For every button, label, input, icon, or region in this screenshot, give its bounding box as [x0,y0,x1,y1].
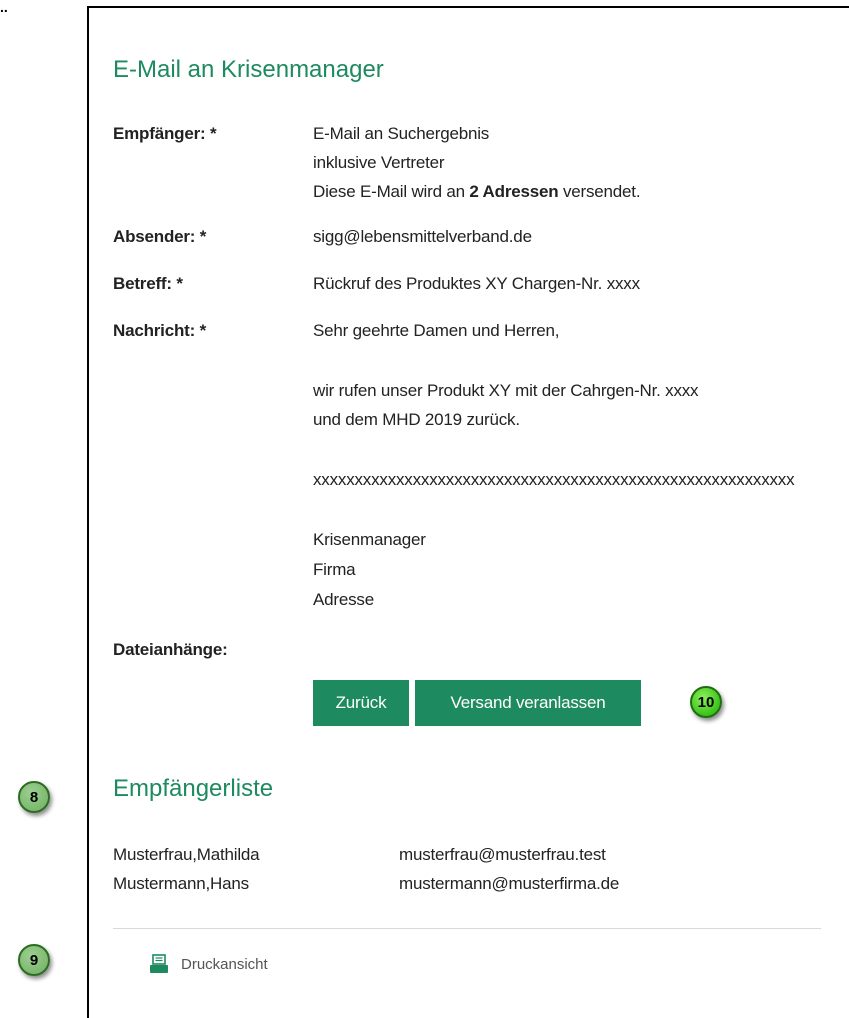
message-label: Nachricht: * [113,321,207,340]
step-10-badge: 10 [690,686,722,718]
printer-icon [150,954,168,973]
message-line: Adresse [313,590,374,609]
recipient-line-1: E-Mail an Suchergebnis [313,124,490,143]
attachments-label: Dateianhänge: [113,640,228,659]
message-line: und dem MHD 2019 zurück. [313,410,520,429]
message-line: Sehr geehrte Damen und Herren, [313,321,560,340]
back-button[interactable]: Zurück [313,680,409,726]
print-view-label: Druckansicht [181,955,268,973]
email-section-title: E-Mail an Krisenmanager [113,56,384,83]
recipient-list-title: Empfängerliste [113,775,274,802]
subject-label: Betreff: * [113,274,183,293]
message-line: xxxxxxxxxxxxxxxxxxxxxxxxxxxxxxxxxxxxxxxx… [313,470,795,489]
sender-value: sigg@lebensmittelverband.de [313,227,532,246]
recipient-count-line: Diese E-Mail wird an 2 Adressen versende… [313,182,641,202]
recipient-count-prefix: Diese E-Mail wird an [313,182,470,201]
sender-label: Absender: * [113,227,207,246]
divider [113,928,821,929]
recipient-label: Empfänger: * [113,124,217,143]
subject-value: Rückruf des Produktes XY Chargen-Nr. xxx… [313,274,640,293]
recipient-count-suffix: versendet. [558,182,641,201]
send-button[interactable]: Versand veranlassen [415,680,641,726]
recipient-name: Mustermann,Hans [113,874,249,893]
step-8-badge: 8 [18,781,50,813]
email-panel: E-Mail an Krisenmanager Empfänger: * E-M… [87,6,849,1018]
message-line: Krisenmanager [313,530,426,549]
corner-mark: .. [0,0,8,15]
recipient-line-2: inklusive Vertreter [313,153,445,172]
recipient-email: mustermann@musterfirma.de [399,874,620,893]
recipient-name: Musterfrau,Mathilda [113,845,260,864]
recipient-count: 2 Adressen [469,182,559,201]
recipient-email: musterfrau@musterfrau.test [399,845,606,864]
step-9-badge: 9 [18,944,50,976]
message-line: wir rufen unser Produkt XY mit der Cahrg… [313,381,699,400]
message-line: Firma [313,560,356,579]
print-view-link[interactable]: Druckansicht [149,954,268,974]
